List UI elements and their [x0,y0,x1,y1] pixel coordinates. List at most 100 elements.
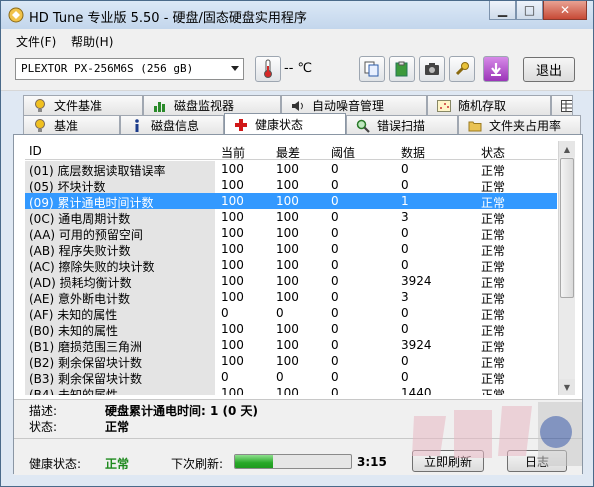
cell-worst: 100 [276,274,299,288]
temperature-readout: -- ℃ [284,61,313,76]
refresh-progress-bar [234,454,352,469]
tab-disk-monitor[interactable]: 磁盘监视器 [143,95,281,115]
cell-worst: 100 [276,194,299,208]
cell-data: 0 [401,354,409,368]
tab-error-scan[interactable]: 错误扫描 [346,115,458,135]
tab-file-benchmark[interactable]: 文件基准 [23,95,143,115]
app-icon [8,7,24,23]
tab-aam[interactable]: 自动噪音管理 [281,95,427,115]
camera-icon [425,63,439,75]
tab-label: 文件夹占用率 [489,119,562,133]
cell-id: (AC) 擦除失败的块计数 [25,257,215,274]
cell-threshold: 0 [331,370,339,384]
cell-threshold: 0 [331,194,339,208]
cell-worst: 100 [276,242,299,256]
cell-data: 0 [401,258,409,272]
table-row[interactable]: (AD) 损耗均衡计数 100 100 0 3924 正常 [25,273,557,290]
maximize-button[interactable]: □ [516,1,543,20]
cell-threshold: 0 [331,306,339,320]
tab-extra-tests[interactable] [551,95,573,115]
cell-current: 0 [221,306,229,320]
table-header: ID 当前 最差 阈值 数据 状态 [25,141,557,160]
cell-threshold: 0 [331,354,339,368]
title-bar[interactable]: HD Tune 专业版 5.50 - 硬盘/固态硬盘实用程序 ▁ □ ✕ [1,1,593,29]
save-button[interactable] [483,56,509,82]
cell-worst: 100 [276,322,299,336]
refresh-progress-fill [235,455,274,468]
table-row[interactable]: (05) 坏块计数 100 100 0 0 正常 [25,177,557,194]
menu-bar: 文件(F) 帮助(H) [1,29,593,51]
table-row[interactable]: (AC) 擦除失败的块计数 100 100 0 0 正常 [25,257,557,274]
tab-label: 磁盘监视器 [174,99,235,113]
wrench-icon [455,62,469,76]
exit-button[interactable]: 退出 [523,57,575,82]
table-row[interactable]: (AB) 程序失败计数 100 100 0 0 正常 [25,241,557,258]
cell-worst: 100 [276,226,299,240]
cell-worst: 100 [276,162,299,176]
tab-benchmark[interactable]: 基准 [23,115,120,135]
tab-disk-info[interactable]: 磁盘信息 [120,115,224,135]
table-row[interactable]: (09) 累计通电时间计数 100 100 0 1 正常 [25,193,557,210]
cell-data: 3 [401,290,409,304]
bar-chart-icon [152,99,168,113]
col-id[interactable]: ID [29,144,42,158]
refresh-now-button[interactable]: 立即刷新 [412,450,484,472]
scatter-icon [436,99,452,113]
table-row[interactable]: (AF) 未知的属性 0 0 0 0 正常 [25,305,557,322]
cell-current: 100 [221,274,244,288]
screenshot-button[interactable] [419,56,445,82]
table-row[interactable]: (B3) 剩余保留块计数 0 0 0 0 正常 [25,369,557,386]
tab-label: 自动噪音管理 [312,99,385,113]
cell-data: 3924 [401,338,432,352]
cell-current: 100 [221,210,244,224]
table-row[interactable]: (B2) 剩余保留块计数 100 100 0 0 正常 [25,353,557,370]
main-window: HD Tune 专业版 5.50 - 硬盘/固态硬盘实用程序 ▁ □ ✕ 文件(… [0,0,594,487]
scroll-up-icon[interactable]: ▲ [559,141,575,157]
scroll-thumb[interactable] [560,158,574,298]
table-row[interactable]: (AE) 意外断电计数 100 100 0 3 正常 [25,289,557,306]
minimize-button[interactable]: ▁ [489,1,516,20]
drive-select[interactable]: PLEXTOR PX-256M6S (256 gB) [15,58,244,80]
cell-worst: 100 [276,290,299,304]
log-button[interactable]: 日志 [507,450,567,472]
menu-file[interactable]: 文件(F) [16,33,56,50]
cell-id: (B3) 剩余保留块计数 [25,369,215,386]
cell-worst: 100 [276,338,299,352]
cell-current: 100 [221,354,244,368]
cell-current: 100 [221,322,244,336]
tab-label: 文件基准 [54,99,103,113]
cell-worst: 100 [276,258,299,272]
table-scrollbar[interactable]: ▲ ▼ [558,141,575,395]
tab-label: 随机存取 [458,99,507,113]
cell-id: (01) 底层数据读取错误率 [25,161,215,178]
table-row[interactable]: (B4) 未知的属性 100 100 0 1440 正常 [25,385,557,395]
cell-id: (AD) 损耗均衡计数 [25,273,215,290]
tab-random-access[interactable]: 随机存取 [427,95,551,115]
copy-text-button[interactable] [359,56,385,82]
table-row[interactable]: (B0) 未知的属性 100 100 0 0 正常 [25,321,557,338]
tab-label: 错误扫描 [377,119,426,133]
tab-folder-usage[interactable]: 文件夹占用率 [458,115,581,135]
grid-icon [560,99,572,113]
cell-threshold: 0 [331,226,339,240]
tab-health[interactable]: 健康状态 [224,113,346,135]
options-button[interactable] [449,56,475,82]
menu-help[interactable]: 帮助(H) [71,33,113,50]
cell-current: 100 [221,258,244,272]
health-label: 健康状态: [29,457,82,471]
thermometer-button[interactable] [255,56,281,82]
cell-current: 100 [221,242,244,256]
table-row[interactable]: (0C) 通电周期计数 100 100 0 3 正常 [25,209,557,226]
cell-threshold: 0 [331,338,339,352]
scroll-down-icon[interactable]: ▼ [559,379,575,395]
cell-current: 100 [221,194,244,208]
cell-data: 0 [401,322,409,336]
cell-threshold: 0 [331,210,339,224]
table-row[interactable]: (01) 底层数据读取错误率 100 100 0 0 正常 [25,161,557,178]
magnifier-icon [355,119,371,133]
close-button[interactable]: ✕ [543,1,587,20]
table-row[interactable]: (B1) 磨损范围三角洲 100 100 0 3924 正常 [25,337,557,354]
table-row[interactable]: (AA) 可用的预留空间 100 100 0 0 正常 [25,225,557,242]
smart-table: ID 当前 最差 阈值 数据 状态 (01) 底层数据读取错误率 100 100 0 0… [25,141,557,395]
copy-screen-button[interactable] [389,56,415,82]
